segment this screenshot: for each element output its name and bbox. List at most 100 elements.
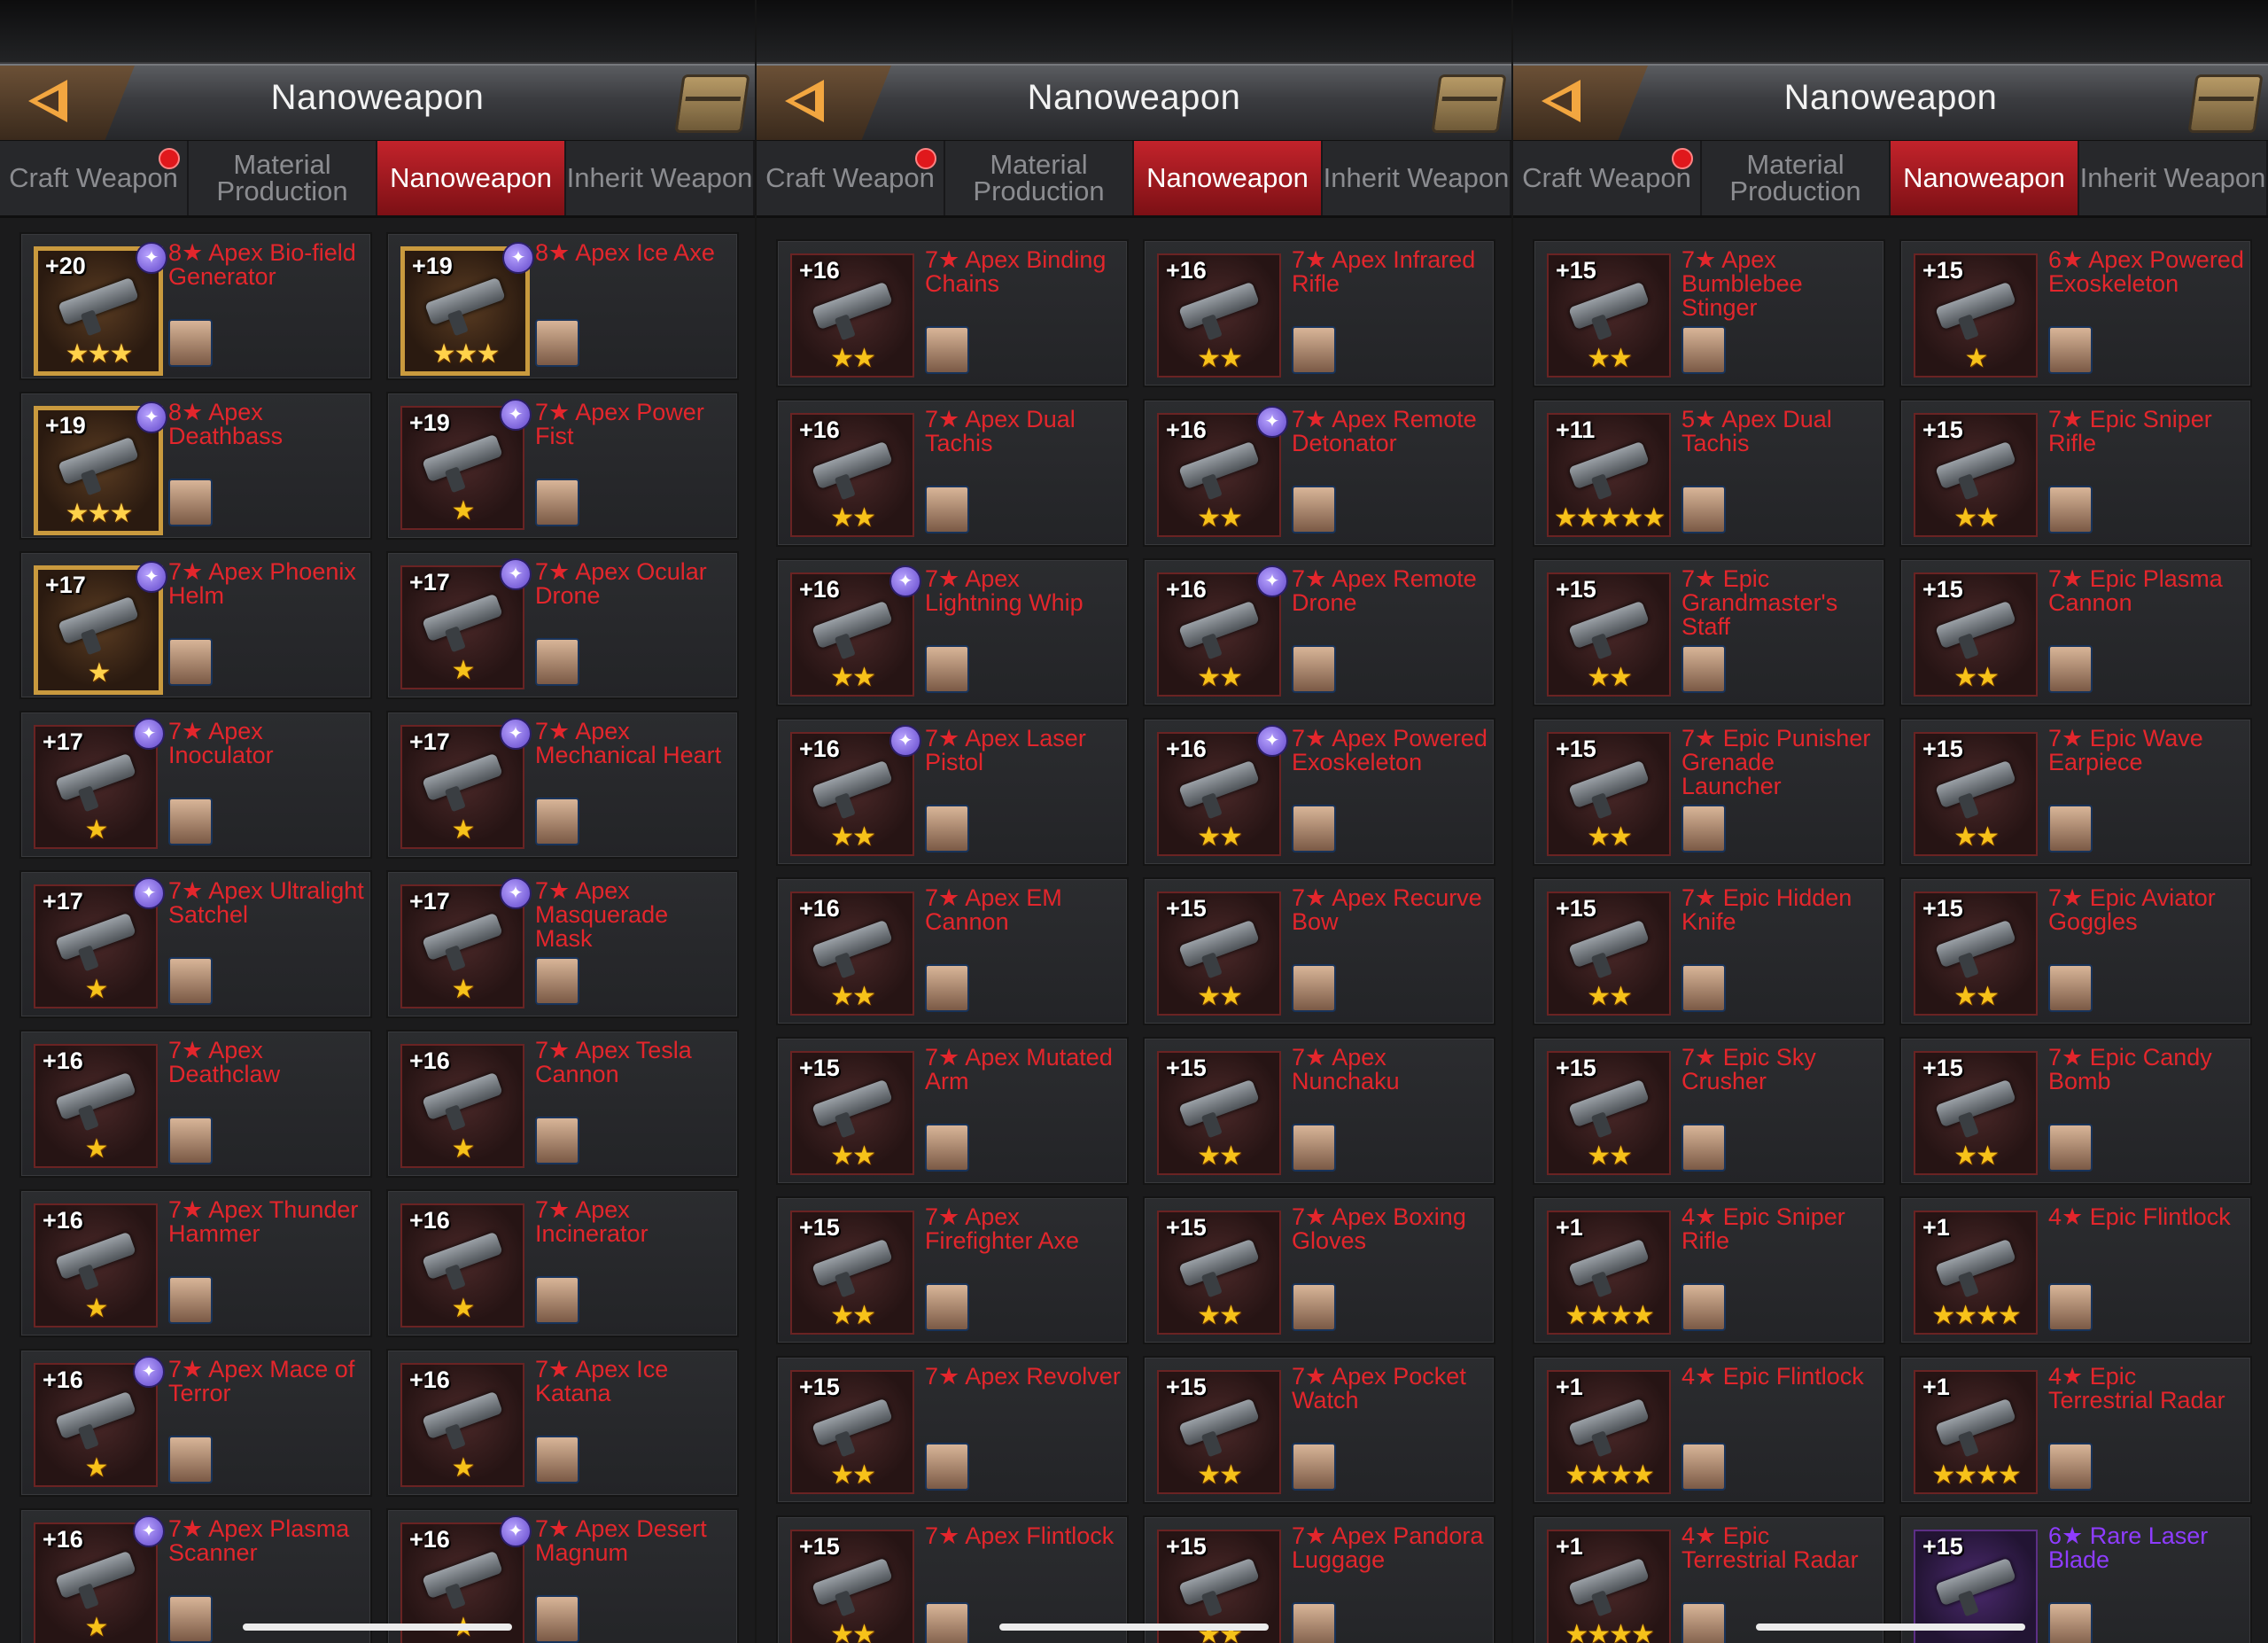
weapon-thumbnail[interactable]: +11 ★★★★★ xyxy=(1547,413,1671,537)
hero-avatar[interactable] xyxy=(535,798,579,845)
weapon-card[interactable]: +15 ★★ 7★ Apex Revolver xyxy=(776,1356,1129,1504)
weapon-card[interactable]: +17 ✦ ★ 7★ Apex Ocular Drone xyxy=(386,551,739,699)
hero-avatar[interactable] xyxy=(535,1436,579,1483)
hero-avatar[interactable] xyxy=(925,1443,969,1491)
weapon-card[interactable]: +15 ★★ 7★ Apex Nunchaku xyxy=(1143,1037,1495,1185)
weapon-card[interactable]: +15 ★★ 7★ Epic Punisher Grenade Launcher xyxy=(1533,718,1885,866)
weapon-thumbnail[interactable]: +15 ★★ xyxy=(790,1051,914,1175)
treasure-chest-icon[interactable] xyxy=(2187,74,2264,133)
weapon-card[interactable]: +1 ★★★★ 4★ Epic Flintlock xyxy=(1899,1196,2252,1344)
weapon-card[interactable]: +17 ✦ ★ 7★ Apex Ultralight Satchel xyxy=(19,870,372,1018)
weapon-thumbnail[interactable]: +15 ★ xyxy=(1914,253,2038,378)
hero-avatar[interactable] xyxy=(925,1602,969,1643)
hero-avatar[interactable] xyxy=(168,479,213,526)
hero-avatar[interactable] xyxy=(1292,1443,1336,1491)
tab-1[interactable]: Material Production xyxy=(189,141,377,215)
hero-avatar[interactable] xyxy=(535,319,579,367)
weapon-thumbnail[interactable]: +16 ★★ xyxy=(1157,253,1281,378)
hero-avatar[interactable] xyxy=(1292,486,1336,533)
weapon-thumbnail[interactable]: +1 ★★★★ xyxy=(1547,1211,1671,1335)
tab-0[interactable]: Craft Weapon xyxy=(757,141,945,215)
weapon-card[interactable]: +16 ✦ ★★ 7★ Apex Laser Pistol xyxy=(776,718,1129,866)
hero-avatar[interactable] xyxy=(535,1276,579,1324)
treasure-chest-icon[interactable] xyxy=(674,74,750,133)
hero-avatar[interactable] xyxy=(535,479,579,526)
weapon-thumbnail[interactable]: +19 ✦ ★★★ xyxy=(34,401,167,535)
weapon-card[interactable]: +1 ★★★★ 4★ Epic Sniper Rifle xyxy=(1533,1196,1885,1344)
hero-avatar[interactable] xyxy=(925,1124,969,1172)
hero-avatar[interactable] xyxy=(1682,964,1726,1012)
hero-avatar[interactable] xyxy=(535,957,579,1005)
tab-3[interactable]: Inherit Weapon xyxy=(1323,141,1511,215)
home-indicator[interactable] xyxy=(243,1624,512,1631)
weapon-card[interactable]: +15 ★★ 7★ Epic Grandmaster's Staff xyxy=(1533,558,1885,706)
hero-avatar[interactable] xyxy=(168,957,213,1005)
weapon-thumbnail[interactable]: +16 ★★ xyxy=(790,892,914,1016)
weapon-card[interactable]: +16 ★ 7★ Apex Tesla Cannon xyxy=(386,1030,739,1178)
weapon-thumbnail[interactable]: +20 ✦ ★★★ xyxy=(34,242,167,376)
weapon-card[interactable]: +15 ★★ 7★ Epic Sky Crusher xyxy=(1533,1037,1885,1185)
weapon-thumbnail[interactable]: +19 ✦ ★★★ xyxy=(400,242,534,376)
weapon-thumbnail[interactable]: +17 ✦ ★ xyxy=(400,718,532,849)
hero-avatar[interactable] xyxy=(925,964,969,1012)
weapon-card[interactable]: +15 ★★ 7★ Apex Firefighter Axe xyxy=(776,1196,1129,1344)
weapon-thumbnail[interactable]: +17 ✦ ★ xyxy=(400,558,532,689)
weapon-thumbnail[interactable]: +15 ★★ xyxy=(1914,413,2038,537)
weapon-card[interactable]: +16 ★ 7★ Apex Incinerator xyxy=(386,1189,739,1337)
weapon-card[interactable]: +17 ✦ ★ 7★ Apex Masquerade Mask xyxy=(386,870,739,1018)
weapon-thumbnail[interactable]: +17 ✦ ★ xyxy=(34,877,165,1008)
hero-avatar[interactable] xyxy=(1682,326,1726,374)
hero-avatar[interactable] xyxy=(2048,645,2093,693)
home-indicator[interactable] xyxy=(1756,1624,2025,1631)
weapon-thumbnail[interactable]: +15 ★★ xyxy=(790,1370,914,1494)
hero-avatar[interactable] xyxy=(168,1276,213,1324)
weapon-thumbnail[interactable]: +16 ✦ ★★ xyxy=(1157,725,1288,856)
weapon-thumbnail[interactable]: +16 ★ xyxy=(400,1203,524,1328)
weapon-card[interactable]: +16 ✦ ★ 7★ Apex Mace of Terror xyxy=(19,1349,372,1497)
weapon-thumbnail[interactable]: +17 ✦ ★ xyxy=(34,718,165,849)
hero-avatar[interactable] xyxy=(1682,1443,1726,1491)
hero-avatar[interactable] xyxy=(925,805,969,853)
weapon-card[interactable]: +16 ★ 7★ Apex Deathclaw xyxy=(19,1030,372,1178)
weapon-thumbnail[interactable]: +15 ★★ xyxy=(1914,572,2038,697)
weapon-thumbnail[interactable]: +16 ✦ ★★ xyxy=(790,725,921,856)
weapon-card[interactable]: +16 ✦ ★★ 7★ Apex Powered Exoskeleton xyxy=(1143,718,1495,866)
hero-avatar[interactable] xyxy=(1292,1283,1336,1331)
hero-avatar[interactable] xyxy=(925,486,969,533)
weapon-thumbnail[interactable]: +15 ★★ xyxy=(790,1530,914,1643)
hero-avatar[interactable] xyxy=(1682,645,1726,693)
hero-avatar[interactable] xyxy=(1682,1602,1726,1643)
weapon-thumbnail[interactable]: +1 ★★★★ xyxy=(1914,1211,2038,1335)
weapon-card[interactable]: +16 ★ 7★ Apex Ice Katana xyxy=(386,1349,739,1497)
hero-avatar[interactable] xyxy=(1682,1124,1726,1172)
tab-2[interactable]: Nanoweapon xyxy=(1134,141,1323,215)
weapon-thumbnail[interactable]: +15 ★★ xyxy=(1157,1370,1281,1494)
hero-avatar[interactable] xyxy=(1292,964,1336,1012)
weapon-thumbnail[interactable]: +15 ★★ xyxy=(1157,892,1281,1016)
hero-avatar[interactable] xyxy=(2048,1124,2093,1172)
weapon-card[interactable]: +19 ✦ ★★★ 8★ Apex Deathbass xyxy=(19,392,372,540)
weapon-card[interactable]: +15 ★★ 7★ Apex Recurve Bow xyxy=(1143,877,1495,1025)
hero-avatar[interactable] xyxy=(2048,1602,2093,1643)
tab-3[interactable]: Inherit Weapon xyxy=(566,141,755,215)
weapon-thumbnail[interactable]: +19 ✦ ★ xyxy=(400,399,532,530)
weapon-thumbnail[interactable]: +1 ★★★★ xyxy=(1914,1370,2038,1494)
hero-avatar[interactable] xyxy=(2048,805,2093,853)
weapon-thumbnail[interactable]: +17 ✦ ★ xyxy=(400,877,532,1008)
weapon-thumbnail[interactable]: +15 ★★ xyxy=(1547,892,1671,1016)
weapon-card[interactable]: +1 ★★★★ 4★ Epic Terrestrial Radar xyxy=(1899,1356,2252,1504)
hero-avatar[interactable] xyxy=(1292,326,1336,374)
weapon-card[interactable]: +16 ✦ ★★ 7★ Apex Remote Detonator xyxy=(1143,399,1495,547)
weapon-card[interactable]: +15 ★★ 7★ Apex Bumblebee Stinger xyxy=(1533,239,1885,387)
weapon-card[interactable]: +15 ★★ 7★ Apex Boxing Gloves xyxy=(1143,1196,1495,1344)
weapon-card[interactable]: +17 ✦ ★ 7★ Apex Phoenix Helm xyxy=(19,551,372,699)
weapon-card[interactable]: +16 ✦ ★★ 7★ Apex Remote Drone xyxy=(1143,558,1495,706)
weapon-thumbnail[interactable]: +1 ★★★★ xyxy=(1547,1370,1671,1494)
weapon-card[interactable]: +15 ★★ 7★ Apex Pocket Watch xyxy=(1143,1356,1495,1504)
weapon-thumbnail[interactable]: +16 ★★ xyxy=(790,253,914,378)
tab-1[interactable]: Material Production xyxy=(945,141,1134,215)
weapon-card[interactable]: +16 ★★ 7★ Apex Infrared Rifle xyxy=(1143,239,1495,387)
weapon-thumbnail[interactable]: +16 ✦ ★★ xyxy=(1157,565,1288,697)
weapon-thumbnail[interactable]: +16 ★ xyxy=(400,1363,524,1487)
hero-avatar[interactable] xyxy=(2048,1283,2093,1331)
